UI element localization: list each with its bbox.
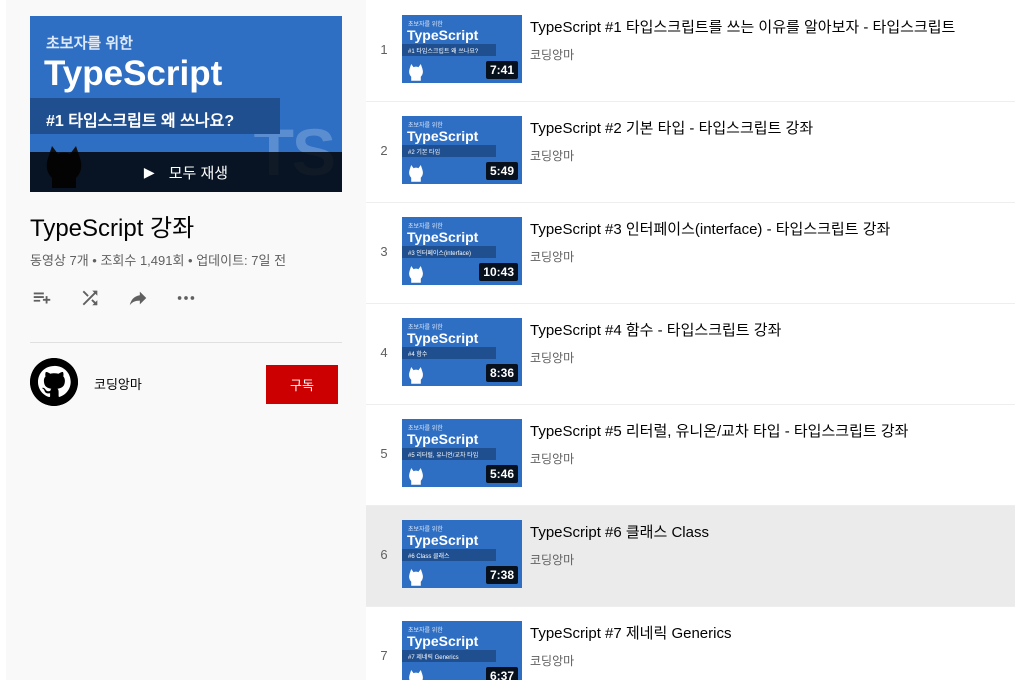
video-thumbnail[interactable]: 초보자를 위한 TypeScript #2 기본 타입 5:49: [402, 116, 522, 184]
mascot-icon: [409, 266, 423, 283]
playlist-stats: 동영상 7개 • 조회수 1,491회 • 업데이트: 7일 전: [30, 253, 287, 268]
video-channel[interactable]: 코딩앙마: [530, 46, 574, 63]
thumb-title: TypeScript: [407, 330, 479, 346]
row-divider: [366, 606, 1015, 607]
playlist-video-row[interactable]: 7 초보자를 위한 TypeScript #7 제네릭 Generics 6:37 Typ…: [366, 606, 1015, 680]
playlist-title: TypeScript 강좌: [30, 215, 195, 242]
video-channel[interactable]: 코딩앙마: [530, 551, 574, 568]
video-title[interactable]: TypeScript #5 리터럴, 유니온/교차 타입 - 타입스크립트 강좌: [530, 420, 908, 441]
video-channel[interactable]: 코딩앙마: [530, 147, 574, 164]
add-to-queue-icon[interactable]: [30, 286, 54, 310]
mascot-icon: [409, 569, 423, 586]
subscribe-button[interactable]: 구독: [266, 365, 338, 404]
video-duration: 5:49: [485, 162, 518, 180]
thumb-title: TypeScript: [407, 229, 479, 245]
mascot-icon: [409, 367, 423, 384]
video-title[interactable]: TypeScript #7 제네릭 Generics: [530, 622, 731, 643]
thumb-title: TypeScript: [407, 633, 479, 649]
github-octocat-icon: [30, 358, 78, 406]
channel-avatar[interactable]: [30, 358, 78, 406]
share-icon[interactable]: [126, 286, 150, 310]
video-title[interactable]: TypeScript #4 함수 - 타입스크립트 강좌: [530, 319, 781, 340]
hero-subtitle: #1 타입스크립트 왜 쓰나요?: [46, 113, 235, 130]
play-all-label: 모두 재생: [168, 164, 229, 182]
play-icon: ▶: [143, 163, 155, 180]
video-title[interactable]: TypeScript #6 클래스 Class: [530, 521, 709, 542]
playlist-actions: [30, 286, 222, 310]
more-icon[interactable]: [174, 286, 198, 310]
playlist-video-row[interactable]: 4 초보자를 위한 TypeScript #4 함수 8:36 TypeScript #4…: [366, 303, 1015, 404]
video-duration: 8:36: [485, 364, 518, 382]
thumb-title: TypeScript: [407, 431, 479, 447]
video-title[interactable]: TypeScript #2 기본 타입 - 타입스크립트 강좌: [530, 117, 813, 138]
thumb-subtitle: #6 Class 클래스: [408, 554, 450, 560]
video-thumbnail[interactable]: 초보자를 위한 TypeScript #6 Class 클래스 7:38: [402, 520, 522, 588]
thumb-subtitle: #1 타입스크립트 왜 쓰나요?: [408, 49, 479, 55]
playlist-sidebar: TS 초보자를 위한 TypeScript #1 타입스크립트 왜 쓰나요? ▶…: [6, 0, 366, 680]
mascot-icon: [409, 670, 423, 680]
video-index: 6: [380, 547, 388, 562]
sidebar-divider: [30, 342, 342, 343]
row-divider: [366, 101, 1015, 102]
row-divider: [366, 303, 1015, 304]
video-duration: 7:38: [485, 566, 518, 584]
video-index: 5: [380, 446, 388, 461]
video-thumbnail[interactable]: 초보자를 위한 TypeScript #7 제네릭 Generics 6:37: [402, 621, 522, 680]
hero-title: TypeScript: [44, 54, 223, 93]
video-index: 2: [380, 143, 388, 158]
mascot-icon: [409, 64, 423, 81]
video-title[interactable]: TypeScript #1 타입스크립트를 쓰는 이유를 알아보자 - 타입스크…: [530, 16, 955, 37]
thumb-title: TypeScript: [407, 27, 479, 43]
row-divider: [366, 202, 1015, 203]
video-channel[interactable]: 코딩앙마: [530, 349, 574, 366]
mascot-icon: [409, 165, 423, 182]
row-divider: [366, 505, 1015, 506]
video-index: 3: [380, 244, 388, 259]
video-channel[interactable]: 코딩앙마: [530, 450, 574, 467]
video-duration: 7:41: [485, 61, 518, 79]
video-index: 7: [380, 648, 388, 663]
video-channel[interactable]: 코딩앙마: [530, 248, 574, 265]
thumb-subtitle: #2 기본 타입: [408, 150, 441, 156]
video-thumbnail[interactable]: 초보자를 위한 TypeScript #4 함수 8:36: [402, 318, 522, 386]
playlist-video-row[interactable]: 3 초보자를 위한 TypeScript #3 인터페이스(interface) 10:…: [366, 202, 1015, 303]
play-all-button[interactable]: ▶ 모두 재생: [30, 152, 342, 192]
playlist-video-list: 1 초보자를 위한 TypeScript #1 타입스크립트 왜 쓰나요? 7:41 Ty…: [366, 0, 1015, 680]
video-index: 4: [380, 345, 388, 360]
mascot-icon: [409, 468, 423, 485]
channel-name[interactable]: 코딩앙마: [94, 374, 142, 393]
thumb-title: TypeScript: [407, 532, 479, 548]
playlist-video-row[interactable]: 6 초보자를 위한 TypeScript #6 Class 클래스 7:38 TypeSc…: [366, 505, 1015, 606]
video-thumbnail[interactable]: 초보자를 위한 TypeScript #1 타입스크립트 왜 쓰나요? 7:41: [402, 15, 522, 83]
playlist-hero-thumbnail[interactable]: TS 초보자를 위한 TypeScript #1 타입스크립트 왜 쓰나요? ▶…: [30, 16, 342, 192]
thumb-title: TypeScript: [407, 128, 479, 144]
video-title[interactable]: TypeScript #3 인터페이스(interface) - 타입스크립트 …: [530, 218, 890, 239]
video-duration: 5:46: [485, 465, 518, 483]
video-duration: 6:37: [485, 667, 518, 680]
hero-kicker: 초보자를 위한: [46, 35, 133, 52]
playlist-video-row[interactable]: 5 초보자를 위한 TypeScript #5 리터럴, 유니언/교차 타입 5:46 T…: [366, 404, 1015, 505]
playlist-video-row[interactable]: 2 초보자를 위한 TypeScript #2 기본 타입 5:49 TypeScript…: [366, 101, 1015, 202]
thumb-subtitle: #4 함수: [408, 352, 428, 358]
video-thumbnail[interactable]: 초보자를 위한 TypeScript #3 인터페이스(interface) 10:4…: [402, 217, 522, 285]
shuffle-icon[interactable]: [78, 286, 102, 310]
video-channel[interactable]: 코딩앙마: [530, 652, 574, 669]
video-duration: 10:43: [479, 263, 518, 281]
row-divider: [366, 404, 1015, 405]
playlist-video-row[interactable]: 1 초보자를 위한 TypeScript #1 타입스크립트 왜 쓰나요? 7:41 Ty…: [366, 0, 1015, 101]
thumb-subtitle: #3 인터페이스(interface): [408, 251, 471, 257]
thumb-subtitle: #7 제네릭 Generics: [408, 655, 459, 661]
video-index: 1: [380, 42, 388, 57]
video-thumbnail[interactable]: 초보자를 위한 TypeScript #5 리터럴, 유니언/교차 타입 5:46: [402, 419, 522, 487]
thumb-subtitle: #5 리터럴, 유니언/교차 타입: [408, 453, 479, 459]
